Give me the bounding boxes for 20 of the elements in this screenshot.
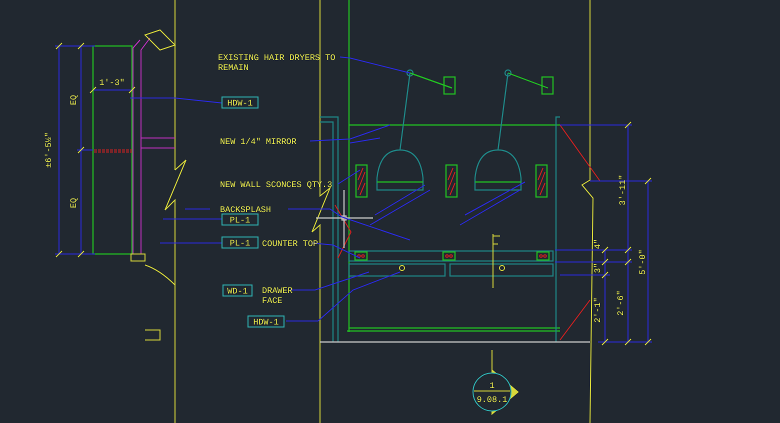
note-text: DRAWER FACE [262,286,293,306]
note-text: BACKSPLASH [220,205,272,215]
note-text: EXISTING HAIR DRYERS TO REMAIN [218,53,336,73]
material-tag: PL-1 [222,214,258,226]
dimension-text: 3'-11" [618,174,628,206]
dimension-text: 5'-0" [638,249,648,275]
material-tag: WD-1 [222,284,252,296]
dimension-text: 1'-3" [99,78,125,88]
dimension-text: 3" [593,262,603,274]
material-tag: HDW-1 [222,96,258,108]
material-tag: HDW-1 [248,316,284,328]
dimension-text: 2'-1" [593,297,603,323]
note-text: COUNTER TOP [262,239,318,249]
dimension-text: EQ [69,94,79,106]
dimension-text: ±6'-5½" [44,132,54,168]
material-tag: PL-1 [222,236,258,248]
dimension-text: 4" [593,238,603,250]
note-text: NEW 1/4" MIRROR [220,137,297,147]
dimension-text: 2'-6" [616,290,626,316]
dimension-text: EQ [69,198,79,208]
